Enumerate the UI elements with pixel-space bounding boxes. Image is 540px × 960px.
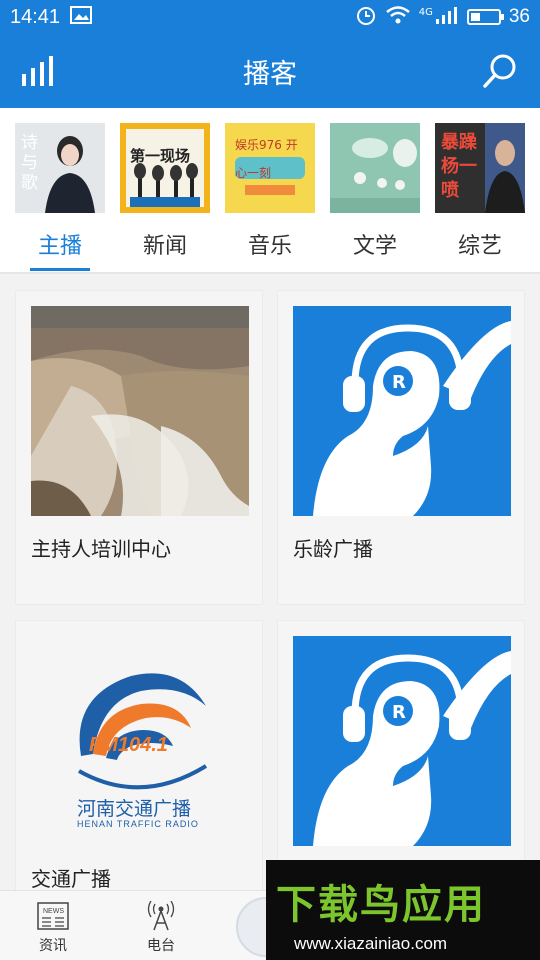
- category-image-fun[interactable]: 娱乐976 开心一刻: [225, 123, 315, 213]
- radio-logo-image: R: [293, 636, 511, 846]
- channel-card[interactable]: R 乐龄广播: [277, 290, 525, 605]
- watermark-url: www.xiazainiao.com: [294, 934, 448, 953]
- tab-anchor[interactable]: 主播: [10, 228, 110, 260]
- signal-icon: [435, 5, 459, 30]
- svg-text:NEWS: NEWS: [43, 908, 64, 915]
- wifi-icon: [385, 5, 411, 30]
- nav-news[interactable]: NEWS 资讯: [18, 901, 88, 955]
- category-image-text: 娱乐976 开心一刻: [235, 138, 298, 180]
- image-notification-icon: [70, 5, 93, 29]
- nav-news-label: 资讯: [39, 938, 67, 954]
- card-title: 交通广播: [31, 867, 111, 891]
- status-bar: 14:41 4G 36: [0, 0, 540, 34]
- category-image-live[interactable]: 第一现场: [120, 123, 210, 213]
- card-title: 乐龄广播: [293, 537, 373, 561]
- news-icon: NEWS: [36, 901, 70, 931]
- screen: 14:41 4G 36 播客 诗与歌 第一现场 娱乐976 开心一刻 暴躁杨一喷…: [0, 0, 540, 960]
- svg-text:R: R: [392, 372, 406, 393]
- antenna-icon: [144, 900, 178, 931]
- logo-subcaption: HENAN TRAFFIC RADIO: [77, 819, 199, 829]
- battery-percent: 36: [508, 6, 530, 27]
- waterfall-photo: [31, 306, 249, 516]
- category-tabs: 主播 新闻 音乐 文学 综艺: [0, 220, 540, 270]
- fm1041-logo: FM104.1 河南交通广播 HENAN TRAFFIC RADIO: [31, 636, 249, 846]
- search-icon[interactable]: [482, 52, 520, 90]
- category-image-text: 第一现场: [130, 147, 191, 165]
- watermark-banner: 下载鸟应用 www.xiazainiao.com: [266, 860, 540, 960]
- svg-text:R: R: [392, 702, 406, 723]
- headphone-logo-icon: R: [293, 636, 511, 846]
- category-image-text: 诗与歌: [21, 133, 38, 193]
- status-right: 4G 36: [355, 4, 530, 31]
- page-title: 播客: [243, 58, 297, 90]
- category-image-variety[interactable]: 暴躁杨一喷: [435, 123, 525, 213]
- equalizer-icon[interactable]: [20, 54, 60, 88]
- category-image-text: 暴躁杨一喷: [441, 132, 477, 201]
- nav-radio[interactable]: 电台: [126, 900, 196, 955]
- tab-literature[interactable]: 文学: [325, 228, 425, 260]
- battery-icon: [466, 9, 504, 25]
- tab-variety[interactable]: 综艺: [430, 228, 530, 260]
- category-image-literature[interactable]: [330, 123, 420, 213]
- headphone-logo-icon: R: [293, 306, 511, 516]
- logo-caption: 河南交通广播: [77, 798, 192, 820]
- alarm-icon: [355, 4, 377, 31]
- channel-card[interactable]: 主持人培训中心: [15, 290, 263, 605]
- channel-card[interactable]: FM104.1 河南交通广播 HENAN TRAFFIC RADIO 交通广播: [15, 620, 263, 910]
- radio-logo-image: R: [293, 306, 511, 516]
- nav-radio-label: 电台: [147, 938, 175, 954]
- tab-news[interactable]: 新闻: [115, 228, 215, 260]
- watermark-title: 下载鸟应用: [276, 882, 486, 928]
- network-type: 4G: [418, 6, 433, 18]
- tab-music[interactable]: 音乐: [220, 228, 320, 260]
- status-time: 14:41: [10, 5, 61, 28]
- logo-frequency: FM104.1: [89, 734, 168, 756]
- card-title: 主持人培训中心: [31, 537, 171, 561]
- active-tab-indicator: [30, 268, 90, 271]
- divider: [0, 272, 540, 274]
- app-bar: 播客: [0, 34, 540, 108]
- category-strip: 诗与歌 第一现场 娱乐976 开心一刻 暴躁杨一喷 主播 新闻 音乐 文学 综艺: [0, 108, 540, 274]
- category-image-poetry[interactable]: 诗与歌: [15, 123, 105, 213]
